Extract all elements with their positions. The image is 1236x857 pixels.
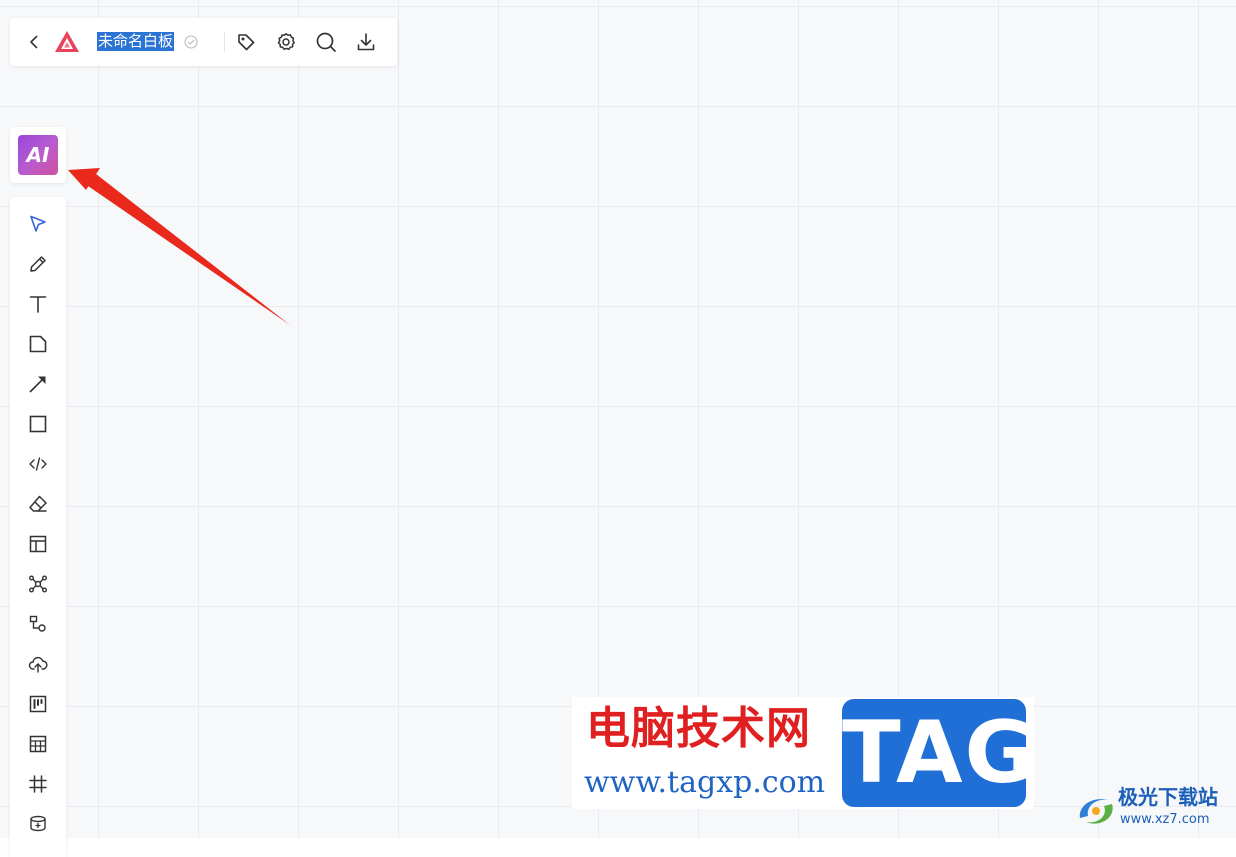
download-button[interactable] — [352, 28, 380, 56]
swirl-logo-icon — [1079, 799, 1113, 824]
corner-watermark-logo: 极光下载站 www.xz7.com — [1074, 784, 1234, 834]
ai-button[interactable]: AI — [18, 135, 58, 175]
saved-check-icon — [184, 35, 198, 49]
arrow-icon — [29, 376, 46, 393]
square-icon — [29, 415, 47, 433]
flowchart-icon — [29, 615, 46, 632]
gear-icon — [277, 33, 295, 51]
kanban-tool[interactable] — [23, 689, 53, 719]
frame-icon — [29, 775, 47, 793]
tag-icon — [238, 34, 255, 51]
save-status — [177, 28, 205, 56]
tag-button[interactable] — [232, 28, 260, 56]
kanban-icon — [29, 695, 47, 713]
table-tool[interactable] — [23, 729, 53, 759]
back-button[interactable] — [20, 28, 48, 56]
app-logo[interactable] — [53, 28, 81, 56]
ai-panel: AI — [10, 127, 66, 183]
board-title[interactable]: 未命名白板 — [97, 32, 175, 51]
search-icon — [316, 32, 336, 52]
flowchart-tool[interactable] — [23, 609, 53, 639]
watermark-banner: 电脑技术网 www.tagxp.com TAG — [572, 697, 1035, 809]
select-tool[interactable] — [23, 209, 53, 239]
settings-button[interactable] — [272, 28, 300, 56]
download-icon — [357, 33, 375, 51]
more-tool[interactable] — [23, 809, 53, 839]
app-logo-icon — [55, 31, 79, 52]
note-icon — [29, 335, 47, 353]
watermark-url: www.tagxp.com — [584, 765, 826, 800]
top-header-bar: 未命名白板 — [10, 18, 397, 66]
connector-tool[interactable] — [23, 369, 53, 399]
watermark-tag-logo: TAG — [842, 699, 1035, 807]
pencil-icon — [30, 256, 46, 272]
back-arrow-icon — [30, 35, 38, 49]
corner-logo-url: www.xz7.com — [1120, 812, 1210, 827]
header-divider — [224, 32, 225, 52]
corner-logo-name: 极光下载站 — [1118, 785, 1218, 809]
code-icon — [29, 457, 47, 471]
eraser-tool[interactable] — [23, 489, 53, 519]
frame-tool[interactable] — [23, 769, 53, 799]
watermark-site-name: 电脑技术网 — [586, 703, 811, 754]
cloud-upload-icon — [28, 656, 48, 673]
code-tool[interactable] — [23, 449, 53, 479]
layout-icon — [29, 535, 47, 553]
database-icon — [30, 815, 46, 832]
mindmap-tool[interactable] — [23, 569, 53, 599]
table-icon — [29, 735, 47, 753]
sticky-note-tool[interactable] — [23, 329, 53, 359]
template-tool[interactable] — [23, 529, 53, 559]
search-button[interactable] — [312, 28, 340, 56]
cursor-icon — [30, 215, 46, 232]
text-tool[interactable] — [23, 289, 53, 319]
text-icon — [29, 296, 47, 313]
left-toolbar — [10, 197, 66, 857]
shape-tool[interactable] — [23, 409, 53, 439]
mindmap-icon — [29, 575, 47, 593]
pen-tool[interactable] — [23, 249, 53, 279]
upload-tool[interactable] — [23, 649, 53, 679]
eraser-icon — [29, 495, 47, 512]
